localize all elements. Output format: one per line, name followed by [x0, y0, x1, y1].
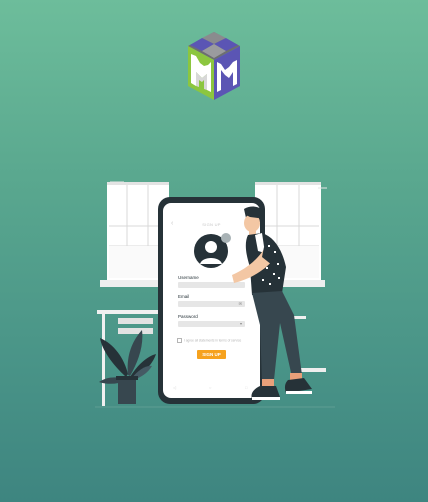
email-label: Email — [178, 294, 190, 299]
username-label: Username — [178, 275, 199, 280]
password-label: Password — [178, 314, 198, 319]
person-illustration — [232, 206, 312, 400]
nav-back-icon[interactable]: ◁ — [173, 386, 176, 390]
nav-home-icon[interactable]: ○ — [209, 386, 211, 390]
brand-logo — [188, 32, 240, 100]
terms-checkbox[interactable] — [177, 338, 182, 343]
potted-plant — [99, 330, 156, 404]
